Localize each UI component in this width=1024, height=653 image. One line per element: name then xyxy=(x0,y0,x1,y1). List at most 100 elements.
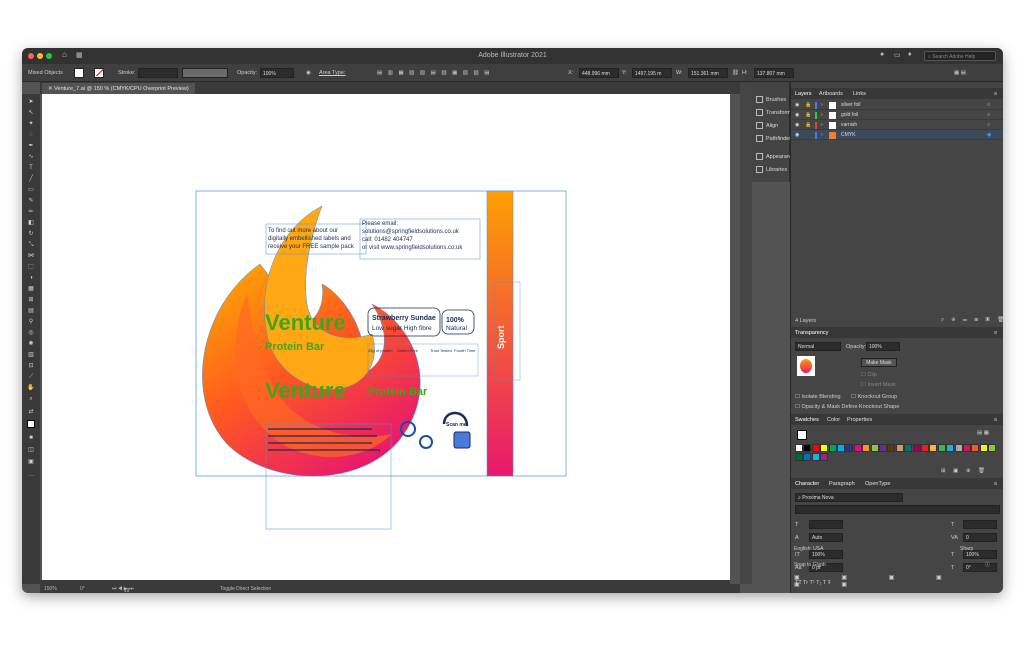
mesh-tool-icon[interactable]: ⊞ xyxy=(27,296,35,304)
color-swatch[interactable] xyxy=(979,444,988,452)
lock-icon[interactable]: 🔒 xyxy=(805,112,811,118)
font-size-input[interactable] xyxy=(809,520,843,529)
perspective-grid-tool-icon[interactable]: ▦ xyxy=(27,285,35,293)
contact-line-3[interactable]: receive your FREE sample pack xyxy=(268,244,355,250)
email-label[interactable]: Please email: xyxy=(362,221,398,227)
tab-swatches[interactable]: Swatches xyxy=(795,417,819,423)
eyedropper-tool-icon[interactable]: ⚲ xyxy=(27,318,35,326)
stroke-weight-input[interactable] xyxy=(138,68,178,78)
natural-percent[interactable]: 100% xyxy=(446,317,465,324)
color-swatch[interactable] xyxy=(879,444,887,452)
layer-action-icons[interactable]: ⌕ ⊕ ▭ ⊞ ▣ 🗑 xyxy=(941,317,1003,324)
tab-properties[interactable]: Properties xyxy=(847,417,872,423)
color-swatch[interactable] xyxy=(887,444,896,452)
make-mask-button[interactable]: Make Mask xyxy=(861,358,897,367)
tracking-input[interactable]: 0 xyxy=(963,533,997,542)
w-input[interactable]: 151.361 mm xyxy=(688,68,728,78)
target-icon[interactable]: ○ xyxy=(987,102,990,108)
color-swatch[interactable] xyxy=(988,444,997,452)
scan-me-square-icon[interactable] xyxy=(453,431,471,449)
icon-label-fourth[interactable]: Fourth Time xyxy=(454,348,476,353)
panel-brushes[interactable]: Brushes xyxy=(756,96,786,103)
artwork[interactable]: To find out more about our digitally emb… xyxy=(42,94,730,580)
tab-links[interactable]: Links xyxy=(853,91,866,97)
venture-logo-text-2[interactable]: Venture xyxy=(265,378,346,403)
email-address[interactable]: solutions@springfieldsolutions.co.uk xyxy=(362,229,460,235)
opacity-mask-checkbox[interactable]: ☐ Opacity & Mask Define Knockout Shape xyxy=(795,404,899,410)
invert-mask-checkbox[interactable]: ☐ Invert Mask xyxy=(861,382,896,388)
vertical-scrollbar[interactable] xyxy=(740,82,752,584)
tab-artboards[interactable]: Artboards xyxy=(819,91,843,97)
panel-align[interactable]: Align xyxy=(756,122,778,129)
scale-tool-icon[interactable]: ⤡ xyxy=(27,241,35,249)
stroke-swatch[interactable] xyxy=(94,68,104,78)
panel-menu-icon[interactable]: ≡ xyxy=(994,91,997,97)
artboard-number[interactable]: 19 xyxy=(124,588,130,593)
phone-number[interactable]: call: 01482 404747 xyxy=(362,237,413,243)
color-swatch[interactable] xyxy=(929,444,938,452)
direct-selection-tool-icon[interactable]: ↖ xyxy=(27,109,35,117)
line-tool-icon[interactable]: ╱ xyxy=(27,175,35,183)
rotation-value[interactable]: 0° xyxy=(80,586,85,592)
width-tool-icon[interactable]: ⋈ xyxy=(27,252,35,260)
tab-character[interactable]: Character xyxy=(795,481,819,487)
artboard-tool-icon[interactable]: ⊡ xyxy=(27,362,35,370)
panel-menu-icon[interactable]: ≡ xyxy=(994,417,997,423)
artboard-nav[interactable]: ⏮ ◀ 19 ▶ ⏭ xyxy=(112,586,134,593)
lasso-tool-icon[interactable]: ◌ xyxy=(27,131,35,139)
type-tool-icon[interactable]: T xyxy=(27,164,35,172)
target-icon[interactable]: ○ xyxy=(987,122,990,128)
gradient-tool-icon[interactable]: ▤ xyxy=(27,307,35,315)
layer-name[interactable]: varnish xyxy=(841,122,857,128)
canvas-area[interactable]: To find out more about our digitally emb… xyxy=(40,94,740,584)
color-swatch[interactable] xyxy=(921,444,929,452)
layer-row-selected[interactable]: ◉ › CMYK ◉ xyxy=(791,130,1003,140)
edit-toolbar-icon[interactable]: ··· xyxy=(27,472,35,480)
symbol-sprayer-tool-icon[interactable]: ✺ xyxy=(27,340,35,348)
knockout-group-checkbox[interactable]: ☐ Knockout Group xyxy=(851,394,897,400)
icon-label-gluten[interactable]: Gluten Free xyxy=(397,348,419,353)
y-input[interactable]: 1497.195 m xyxy=(632,68,672,78)
color-swatch[interactable] xyxy=(937,444,946,452)
color-swatch[interactable] xyxy=(963,444,971,452)
flavour-tagline[interactable]: Low sugar High fibre xyxy=(372,325,432,332)
slice-tool-icon[interactable]: ⟋ xyxy=(27,373,35,381)
color-swatch[interactable] xyxy=(954,444,963,452)
visibility-icon[interactable]: ◉ xyxy=(795,122,799,128)
layer-row[interactable]: ◉ 🔒 › silver foil ○ xyxy=(791,100,1003,110)
fill-stroke-swatch[interactable] xyxy=(27,420,35,428)
visibility-icon[interactable]: ◉ xyxy=(795,112,799,118)
layer-name[interactable]: silver foil xyxy=(841,102,860,108)
curvature-tool-icon[interactable]: ∿ xyxy=(27,153,35,161)
blend-tool-icon[interactable]: ◎ xyxy=(27,329,35,337)
area-type-label[interactable]: Area Type: xyxy=(319,70,346,76)
color-swatch[interactable] xyxy=(811,444,820,452)
visibility-icon[interactable]: ◉ xyxy=(795,102,799,108)
swap-colors-icon[interactable]: ⇄ xyxy=(27,408,35,416)
color-swatch[interactable] xyxy=(845,444,854,452)
website[interactable]: or visit www.springfieldsolutions.co.uk xyxy=(362,245,463,251)
color-mode-icon[interactable]: ■ xyxy=(27,434,35,442)
tab-transparency[interactable]: Transparency xyxy=(795,330,828,336)
screen-mode-icon[interactable]: ▣ xyxy=(27,458,35,466)
target-icon[interactable]: ○ xyxy=(987,112,990,118)
language-select[interactable]: English: USA xyxy=(794,546,823,552)
kerning-input[interactable] xyxy=(963,520,997,529)
zoom-tool-icon[interactable]: ⌕ xyxy=(27,395,35,403)
natural-label[interactable]: Natural xyxy=(446,325,468,332)
icon-label-protein[interactable]: 25g of protein xyxy=(368,348,392,353)
contact-line-1[interactable]: To find out more about our xyxy=(268,228,338,234)
expand-icon[interactable]: › xyxy=(821,132,823,138)
color-swatch[interactable] xyxy=(853,444,862,452)
h-input[interactable]: 137.807 mm xyxy=(754,68,794,78)
panel-transform[interactable]: Transform xyxy=(756,109,791,116)
clip-checkbox[interactable]: ☐ Clip xyxy=(861,372,877,378)
pencil-tool-icon[interactable]: ✏ xyxy=(27,208,35,216)
tab-opentype[interactable]: OpenType xyxy=(865,481,890,487)
account-icon[interactable]: ● xyxy=(880,51,884,58)
protein-bar-text-2[interactable]: Protein Bar xyxy=(368,386,428,398)
color-swatch[interactable] xyxy=(870,444,879,452)
color-swatch[interactable] xyxy=(811,453,820,461)
color-swatch[interactable] xyxy=(946,444,955,452)
lightbulb-icon[interactable]: ♦ xyxy=(908,51,912,58)
